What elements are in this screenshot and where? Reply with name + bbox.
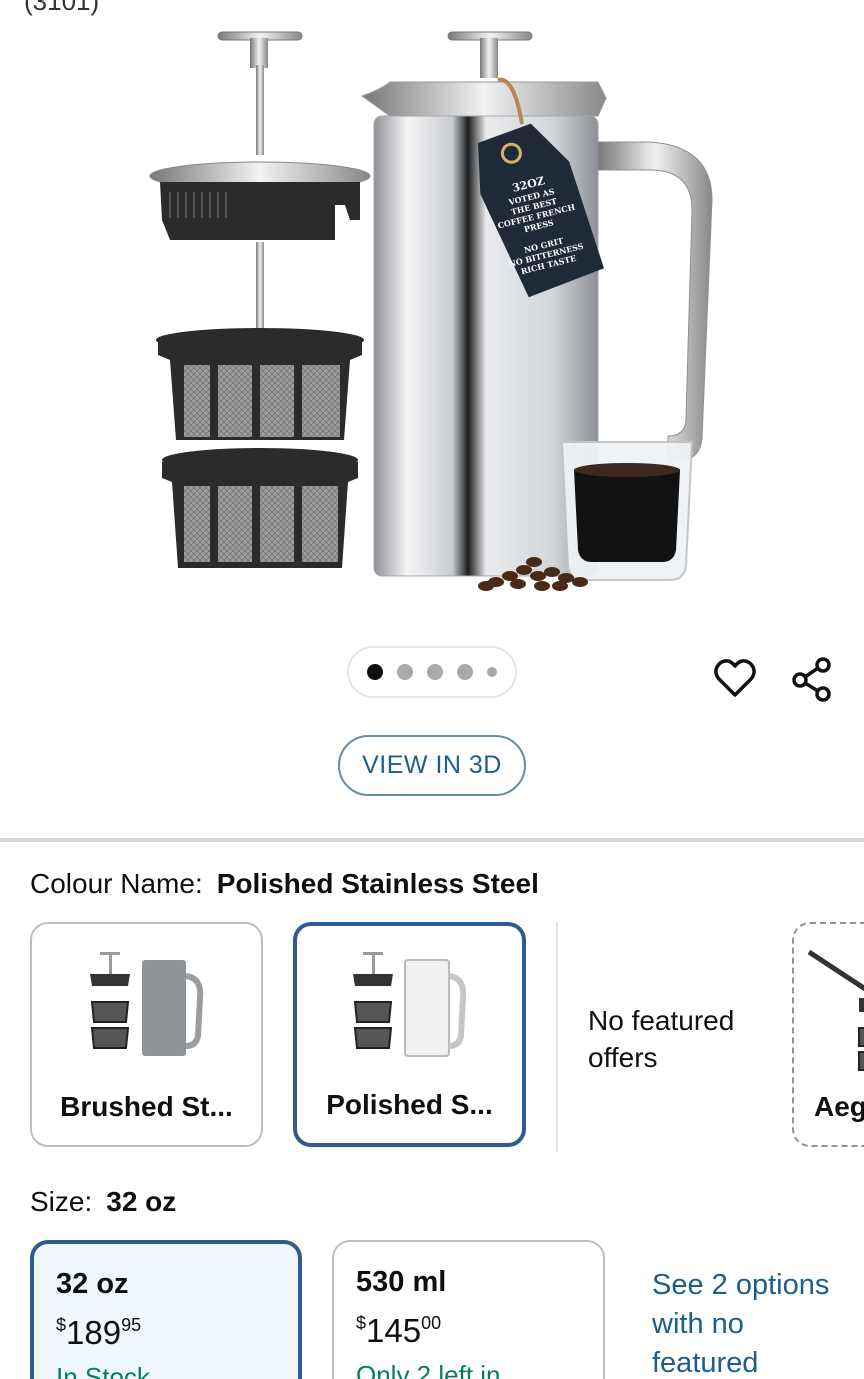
pager-dot[interactable]: [427, 664, 443, 680]
stock-status: Only 2 left in: [356, 1360, 501, 1379]
size-option-price: $18995: [56, 1314, 142, 1351]
pager-dot[interactable]: [457, 664, 473, 680]
pager-dot[interactable]: [487, 667, 497, 677]
no-featured-offers-text: No featured offers: [588, 1005, 735, 1073]
share-icon[interactable]: [790, 656, 836, 702]
colour-label: Colour Name:: [30, 868, 203, 899]
colour-name-row: Colour Name: Polished Stainless Steel: [30, 868, 539, 900]
colour-option-partial[interactable]: Aeg: [792, 922, 864, 1147]
brushed-press-thumbnail: [89, 952, 203, 1056]
colour-option-name: Aeg: [814, 1091, 864, 1122]
see-more-options-link[interactable]: See 2 options with no featured: [652, 1266, 852, 1379]
section-divider: [0, 838, 864, 842]
size-option-name: 32 oz: [56, 1268, 129, 1300]
pager-dot[interactable]: [397, 664, 413, 680]
product-image[interactable]: 32OZ VOTED AS THE BEST COFFEE FRENCH PRE…: [140, 20, 740, 610]
size-label: Size:: [30, 1186, 93, 1217]
colour-option-name: Polished S...: [326, 1089, 493, 1120]
colour-option-polished[interactable]: Polished S...: [293, 922, 526, 1147]
view-in-3d-button[interactable]: VIEW IN 3D: [338, 735, 526, 796]
image-pager[interactable]: [347, 646, 517, 698]
size-selected-value: 32 oz: [106, 1186, 177, 1217]
stock-status: In Stock: [56, 1362, 150, 1379]
size-option-530ml[interactable]: 530 ml $14500 Only 2 left in: [332, 1240, 605, 1379]
pager-dot-active[interactable]: [367, 664, 383, 680]
size-row: Size: 32 oz: [30, 1186, 176, 1218]
partial-press-thumbnail: [807, 949, 864, 1071]
size-option-name: 530 ml: [356, 1266, 447, 1298]
heart-icon[interactable]: [712, 656, 758, 702]
size-option-price: $14500: [356, 1312, 442, 1349]
options-separator: [556, 922, 558, 1152]
product-image-gallery[interactable]: 32OZ VOTED AS THE BEST COFFEE FRENCH PRE…: [0, 0, 864, 830]
colour-option-brushed[interactable]: Brushed St...: [30, 922, 263, 1147]
colour-selected-value: Polished Stainless Steel: [216, 868, 539, 899]
size-option-32oz[interactable]: 32 oz $18995 In Stock: [30, 1240, 302, 1379]
polished-press-thumbnail: [352, 952, 466, 1057]
colour-option-name: Brushed St...: [60, 1091, 233, 1122]
